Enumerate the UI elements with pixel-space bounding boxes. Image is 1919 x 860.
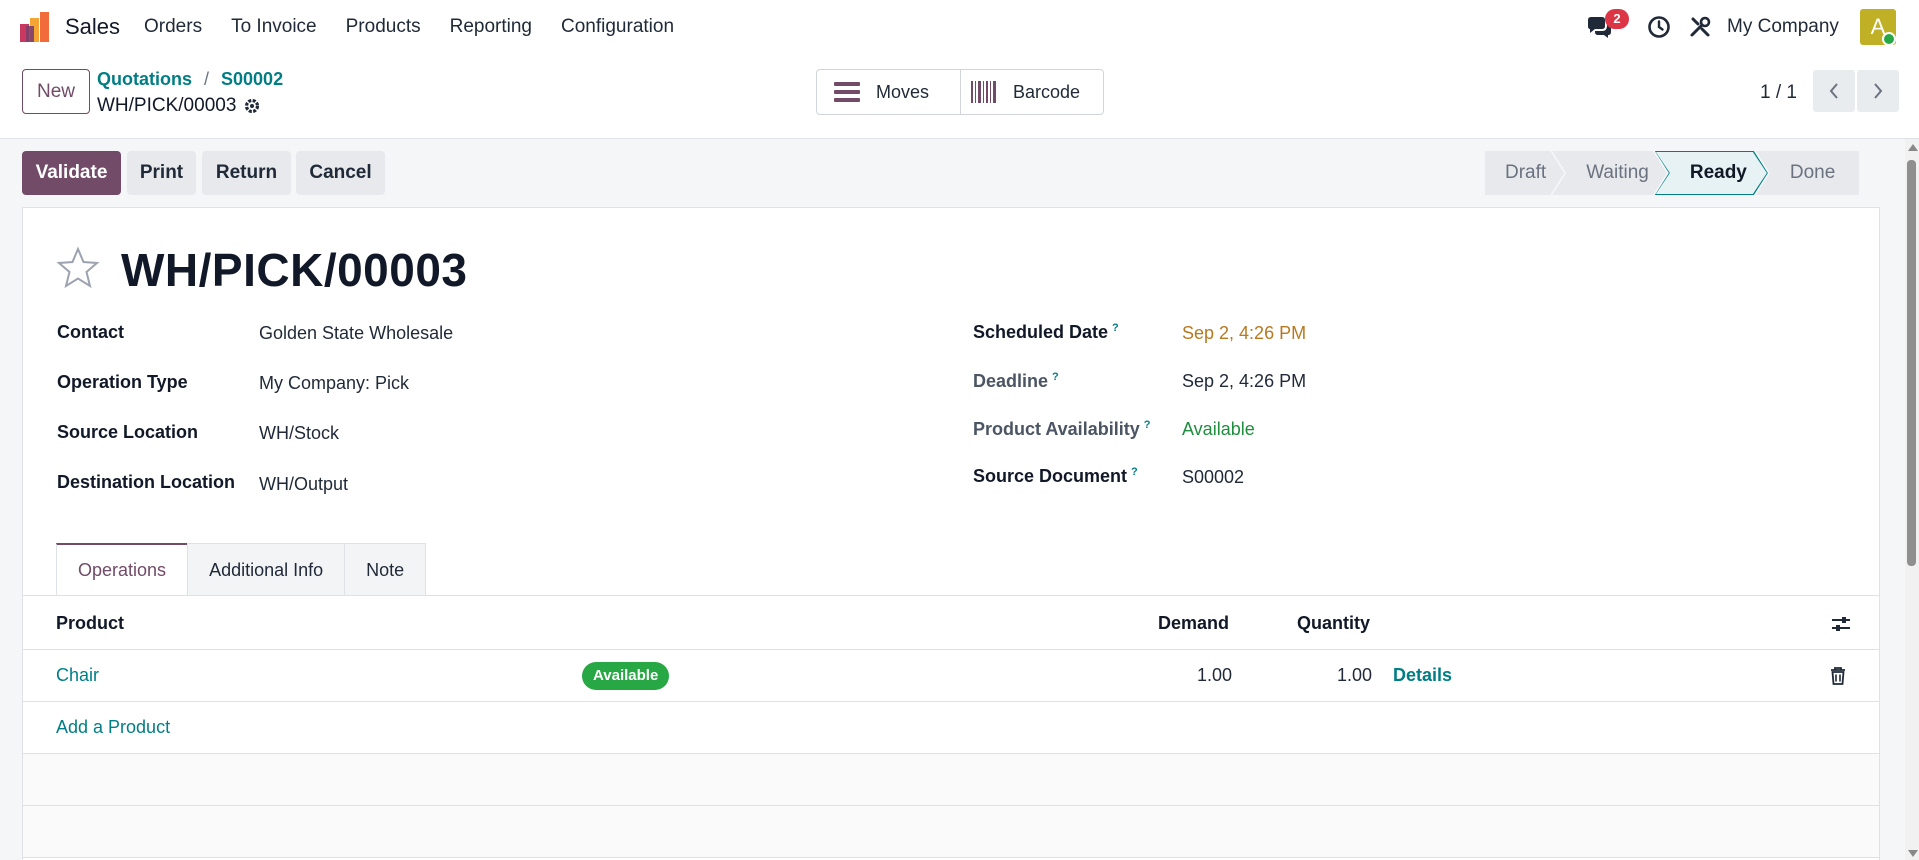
debug-tools-icon[interactable] <box>1688 15 1712 39</box>
empty-row <box>23 806 1879 858</box>
help-tooltip-icon[interactable]: ? <box>1052 371 1059 383</box>
cancel-button[interactable]: Cancel <box>296 151 385 195</box>
column-quantity[interactable]: Quantity <box>1297 613 1370 634</box>
operation-type-label: Operation Type <box>57 372 188 392</box>
breadcrumb-separator: / <box>204 69 210 89</box>
app-name[interactable]: Sales <box>65 14 120 40</box>
table-row[interactable]: Chair Available 1.00 1.00 Details <box>23 650 1879 702</box>
pager-previous-button[interactable] <box>1813 70 1855 112</box>
availability-badge: Available <box>582 662 670 690</box>
list-icon <box>834 82 860 102</box>
tab-note[interactable]: Note <box>344 543 427 596</box>
stage-ready[interactable]: Ready <box>1656 152 1767 194</box>
source-document-label: Source Document? <box>973 466 1138 487</box>
details-button[interactable]: Details <box>1393 665 1452 686</box>
quantity-cell[interactable]: 1.00 <box>1337 665 1372 686</box>
menu-to-invoice[interactable]: To Invoice <box>231 16 317 38</box>
column-settings-icon[interactable] <box>1831 614 1851 634</box>
scheduled-date-label: Scheduled Date? <box>973 322 1119 343</box>
product-availability-field: Available <box>1182 419 1255 439</box>
new-button[interactable]: New <box>22 69 90 114</box>
column-demand[interactable]: Demand <box>1158 613 1229 634</box>
help-tooltip-icon[interactable]: ? <box>1131 466 1138 478</box>
breadcrumb-quotations[interactable]: Quotations <box>97 69 192 89</box>
control-panel: New Quotations / S00002 WH/PICK/00003 Move… <box>0 54 1919 139</box>
contact-label: Contact <box>57 322 124 342</box>
empty-row <box>23 754 1879 806</box>
main-menu: Orders To Invoice Products Reporting Con… <box>144 16 703 38</box>
help-tooltip-icon[interactable]: ? <box>1144 419 1151 431</box>
add-product-link[interactable]: Add a Product <box>56 717 170 738</box>
moves-smart-button[interactable]: Moves <box>816 69 961 115</box>
menu-orders[interactable]: Orders <box>144 16 202 38</box>
online-status-dot <box>1882 32 1896 46</box>
scheduled-date-label-text: Scheduled Date <box>973 322 1109 342</box>
barcode-icon <box>971 81 996 103</box>
deadline-field[interactable]: Sep 2, 4:26 PM <box>1182 371 1306 392</box>
barcode-smart-button[interactable]: Barcode <box>960 69 1104 115</box>
operation-type-field[interactable]: My Company: Pick <box>259 373 409 394</box>
chat-badge: 2 <box>1605 9 1629 29</box>
moves-label: Moves <box>876 81 930 102</box>
scrollbar-thumb[interactable] <box>1907 160 1916 566</box>
product-cell[interactable]: Chair <box>56 665 99 686</box>
contact-field[interactable]: Golden State Wholesale <box>259 323 453 344</box>
demand-cell[interactable]: 1.00 <box>1197 665 1232 686</box>
trash-icon[interactable] <box>1829 666 1847 686</box>
chevron-right-icon <box>1874 83 1883 99</box>
record-title: WH/PICK/00003 <box>121 244 468 296</box>
menu-products[interactable]: Products <box>346 16 421 38</box>
top-navbar: Sales Orders To Invoice Products Reporti… <box>0 0 1919 54</box>
deadline-label: Deadline? <box>973 371 1059 392</box>
operations-table: Product Demand Quantity Chair Available … <box>23 595 1879 858</box>
form-sheet: WH/PICK/00003 Contact Golden State Whole… <box>22 207 1880 860</box>
pager-value[interactable]: 1 / 1 <box>1760 82 1797 104</box>
chevron-left-icon <box>1829 83 1838 99</box>
table-header: Product Demand Quantity <box>23 596 1879 650</box>
status-bar: Draft Waiting Ready Done <box>1485 151 1860 195</box>
tab-operations[interactable]: Operations <box>56 543 189 596</box>
source-document-field[interactable]: S00002 <box>1182 467 1244 488</box>
scroll-up-arrow[interactable] <box>1908 144 1918 151</box>
gear-icon[interactable] <box>243 97 261 115</box>
current-record-name: WH/PICK/00003 <box>97 95 237 116</box>
stage-waiting[interactable]: Waiting <box>1552 151 1667 195</box>
star-icon[interactable] <box>56 246 100 290</box>
source-document-label-text: Source Document <box>973 466 1128 486</box>
validate-button[interactable]: Validate <box>22 151 121 195</box>
product-availability-label: Product Availability? <box>973 419 1150 440</box>
tab-additional-info[interactable]: Additional Info <box>187 543 346 596</box>
help-tooltip-icon[interactable]: ? <box>1112 322 1119 334</box>
breadcrumb: Quotations / S00002 <box>97 69 283 90</box>
destination-location-field[interactable]: WH/Output <box>259 474 348 495</box>
destination-location-label: Destination Location <box>57 472 236 492</box>
source-location-label: Source Location <box>57 422 199 442</box>
scroll-down-arrow[interactable] <box>1908 850 1918 857</box>
breadcrumb-order[interactable]: S00002 <box>221 69 283 89</box>
stage-done[interactable]: Done <box>1755 151 1860 195</box>
action-bar: Validate Print Return Cancel Draft Waiti… <box>0 139 1910 207</box>
barcode-label: Barcode <box>1013 81 1081 102</box>
source-location-field[interactable]: WH/Stock <box>259 423 339 444</box>
column-product[interactable]: Product <box>56 613 124 634</box>
activity-clock-icon[interactable] <box>1647 15 1671 39</box>
menu-configuration[interactable]: Configuration <box>561 16 674 38</box>
return-button[interactable]: Return <box>202 151 291 195</box>
pager-next-button[interactable] <box>1857 70 1899 112</box>
product-availability-label-text: Product Availability <box>973 419 1140 439</box>
deadline-label-text: Deadline <box>973 371 1049 391</box>
stage-draft[interactable]: Draft <box>1485 151 1564 195</box>
company-switcher[interactable]: My Company <box>1727 16 1839 38</box>
print-button[interactable]: Print <box>127 151 196 195</box>
menu-reporting[interactable]: Reporting <box>450 16 532 38</box>
add-product-row: Add a Product <box>23 702 1879 754</box>
scheduled-date-field[interactable]: Sep 2, 4:26 PM <box>1182 323 1306 344</box>
sales-app-icon[interactable] <box>20 12 50 42</box>
notebook-tabs: Operations Additional Info Note <box>56 543 427 596</box>
stage-ready-border: Ready <box>1655 151 1768 195</box>
